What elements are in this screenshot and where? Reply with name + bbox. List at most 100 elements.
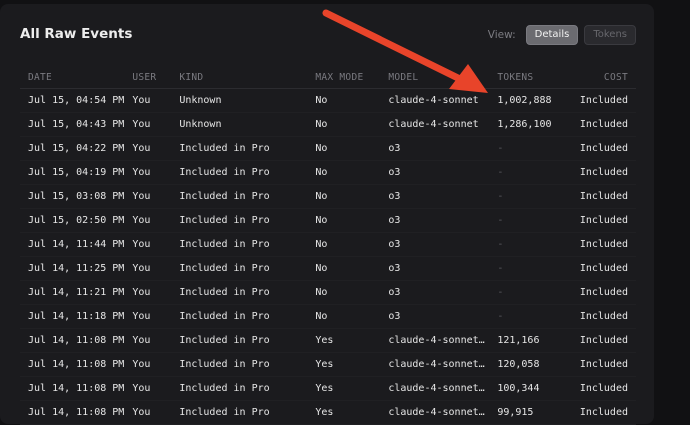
cost-cell: Included bbox=[562, 352, 636, 377]
user-cell: You bbox=[124, 112, 172, 137]
date-cell: Jul 15, 04:22 PM bbox=[20, 136, 125, 161]
user-cell: You bbox=[124, 232, 172, 257]
max-mode-cell: No bbox=[307, 256, 381, 281]
tokens-cell: 1,002,888 bbox=[489, 88, 563, 113]
kind-cell: Included in Pro bbox=[171, 232, 308, 257]
date-cell: Jul 14, 11:08 PM bbox=[20, 328, 125, 353]
column-header-tokens[interactable]: TOKENS bbox=[489, 66, 563, 89]
view-toggle: View: Details Tokens bbox=[488, 25, 636, 45]
model-name: claude-4-sonnet bbox=[388, 118, 479, 130]
model-cell: o3 bbox=[380, 184, 490, 209]
kind-cell: Included in Pro bbox=[171, 136, 308, 161]
model-name: o3 bbox=[388, 238, 401, 250]
tokens-cell: 120,058 bbox=[489, 352, 563, 377]
kind-cell: Unknown bbox=[171, 88, 308, 113]
events-table-body: Jul 15, 04:54 PM You Unknown No claude-4-son… bbox=[20, 88, 636, 425]
max-mode-cell: Yes bbox=[307, 400, 381, 425]
table-row[interactable]: Jul 15, 04:54 PM You Unknown No claude-4-son… bbox=[20, 88, 636, 113]
tokens-view-button[interactable]: Tokens bbox=[584, 25, 636, 45]
date-cell: Jul 14, 11:18 PM bbox=[20, 304, 125, 329]
tokens-cell: 121,166 bbox=[489, 328, 563, 353]
model-name: claude-4-sonnet-… bbox=[388, 406, 490, 418]
user-cell: You bbox=[124, 160, 172, 185]
user-cell: You bbox=[124, 376, 172, 401]
model-cell: o3 bbox=[380, 136, 490, 161]
table-row[interactable]: Jul 14, 11:18 PM You Included in Pro No o3 - I… bbox=[20, 304, 636, 329]
table-row[interactable]: Jul 14, 11:44 PM You Included in Pro No o3 - I… bbox=[20, 232, 636, 257]
max-mode-cell: No bbox=[307, 232, 381, 257]
date-cell: Jul 14, 11:21 PM bbox=[20, 280, 125, 305]
table-row[interactable]: Jul 15, 04:19 PM You Included in Pro No o3 - I… bbox=[20, 160, 636, 185]
table-row[interactable]: Jul 14, 11:08 PM You Included in Pro Yes cla… bbox=[20, 376, 636, 401]
events-table: DATE USER KIND MAX MODE MODEL TOKENS COS… bbox=[20, 66, 636, 425]
table-row[interactable]: Jul 15, 04:22 PM You Included in Pro No o3 - I… bbox=[20, 136, 636, 161]
model-cell: o3 bbox=[380, 160, 490, 185]
model-cell: o3 bbox=[380, 208, 490, 233]
user-cell: You bbox=[124, 256, 172, 281]
tokens-cell: - bbox=[489, 208, 563, 233]
tokens-cell: 1,286,100 bbox=[489, 112, 563, 137]
model-cell: claude-4-sonnet bbox=[380, 112, 490, 137]
user-cell: You bbox=[124, 136, 172, 161]
kind-cell: Included in Pro bbox=[171, 184, 308, 209]
max-mode-cell: Yes bbox=[307, 352, 381, 377]
kind-cell: Included in Pro bbox=[171, 400, 308, 425]
cost-cell: Included bbox=[562, 256, 636, 281]
view-label: View: bbox=[487, 29, 516, 41]
kind-cell: Included in Pro bbox=[171, 376, 308, 401]
table-row[interactable]: Jul 15, 04:43 PM You Unknown No claude-4-son… bbox=[20, 112, 636, 137]
kind-cell: Included in Pro bbox=[171, 208, 308, 233]
table-header-row: DATE USER KIND MAX MODE MODEL TOKENS COS… bbox=[20, 66, 636, 89]
column-header-user[interactable]: USER bbox=[124, 66, 172, 89]
tokens-cell: 99,915 bbox=[489, 400, 563, 425]
user-cell: You bbox=[124, 352, 172, 377]
raw-events-panel: All Raw Events View: Details Tokens DATE… bbox=[0, 4, 654, 425]
model-name: o3 bbox=[388, 214, 401, 226]
model-cell: o3 bbox=[380, 304, 490, 329]
table-row[interactable]: Jul 14, 11:25 PM You Included in Pro No o3 - I… bbox=[20, 256, 636, 281]
table-row[interactable]: Jul 15, 03:08 PM You Included in Pro No o3 - I… bbox=[20, 184, 636, 209]
max-mode-cell: No bbox=[307, 88, 381, 113]
details-view-button[interactable]: Details bbox=[525, 25, 579, 45]
model-name: claude-4-sonnet-… bbox=[388, 358, 490, 370]
table-row[interactable]: Jul 14, 11:08 PM You Included in Pro Yes cla… bbox=[20, 352, 636, 377]
date-cell: Jul 14, 11:25 PM bbox=[20, 256, 125, 281]
date-cell: Jul 15, 04:19 PM bbox=[20, 160, 125, 185]
kind-cell: Included in Pro bbox=[171, 280, 308, 305]
kind-cell: Included in Pro bbox=[171, 304, 308, 329]
date-cell: Jul 14, 11:08 PM bbox=[20, 376, 125, 401]
column-header-model[interactable]: MODEL bbox=[380, 66, 490, 89]
user-cell: You bbox=[124, 184, 172, 209]
column-header-kind[interactable]: KIND bbox=[171, 66, 308, 89]
user-cell: You bbox=[124, 400, 172, 425]
column-header-cost[interactable]: COST bbox=[562, 66, 636, 89]
date-cell: Jul 15, 03:08 PM bbox=[20, 184, 125, 209]
date-cell: Jul 15, 04:54 PM bbox=[20, 88, 125, 113]
table-row[interactable]: Jul 14, 11:08 PM You Included in Pro Yes cla… bbox=[20, 328, 636, 353]
date-cell: Jul 15, 04:43 PM bbox=[20, 112, 125, 137]
column-header-max-mode[interactable]: MAX MODE bbox=[307, 66, 381, 89]
cost-cell: Included bbox=[562, 232, 636, 257]
date-cell: Jul 14, 11:08 PM bbox=[20, 352, 125, 377]
cost-cell: Included bbox=[562, 376, 636, 401]
max-mode-cell: No bbox=[307, 304, 381, 329]
table-row[interactable]: Jul 15, 02:50 PM You Included in Pro No o3 - I… bbox=[20, 208, 636, 233]
model-name: claude-4-sonnet-… bbox=[388, 382, 490, 394]
kind-cell: Included in Pro bbox=[171, 256, 308, 281]
table-row[interactable]: Jul 14, 11:08 PM You Included in Pro Yes cla… bbox=[20, 400, 636, 425]
cost-cell: Included bbox=[562, 160, 636, 185]
cost-cell: Included bbox=[562, 112, 636, 137]
model-cell: o3 bbox=[380, 232, 490, 257]
date-cell: Jul 14, 11:08 PM bbox=[20, 400, 125, 425]
user-cell: You bbox=[124, 208, 172, 233]
cost-cell: Included bbox=[562, 184, 636, 209]
model-cell: claude-4-sonnet-… bbox=[380, 352, 490, 377]
tokens-cell: 100,344 bbox=[489, 376, 563, 401]
model-name: o3 bbox=[388, 286, 401, 298]
cost-cell: Included bbox=[562, 208, 636, 233]
max-mode-cell: Yes bbox=[307, 376, 381, 401]
user-cell: You bbox=[124, 328, 172, 353]
table-row[interactable]: Jul 14, 11:21 PM You Included in Pro No o3 - I… bbox=[20, 280, 636, 305]
column-header-date[interactable]: DATE bbox=[20, 66, 125, 89]
kind-cell: Included in Pro bbox=[171, 328, 308, 353]
